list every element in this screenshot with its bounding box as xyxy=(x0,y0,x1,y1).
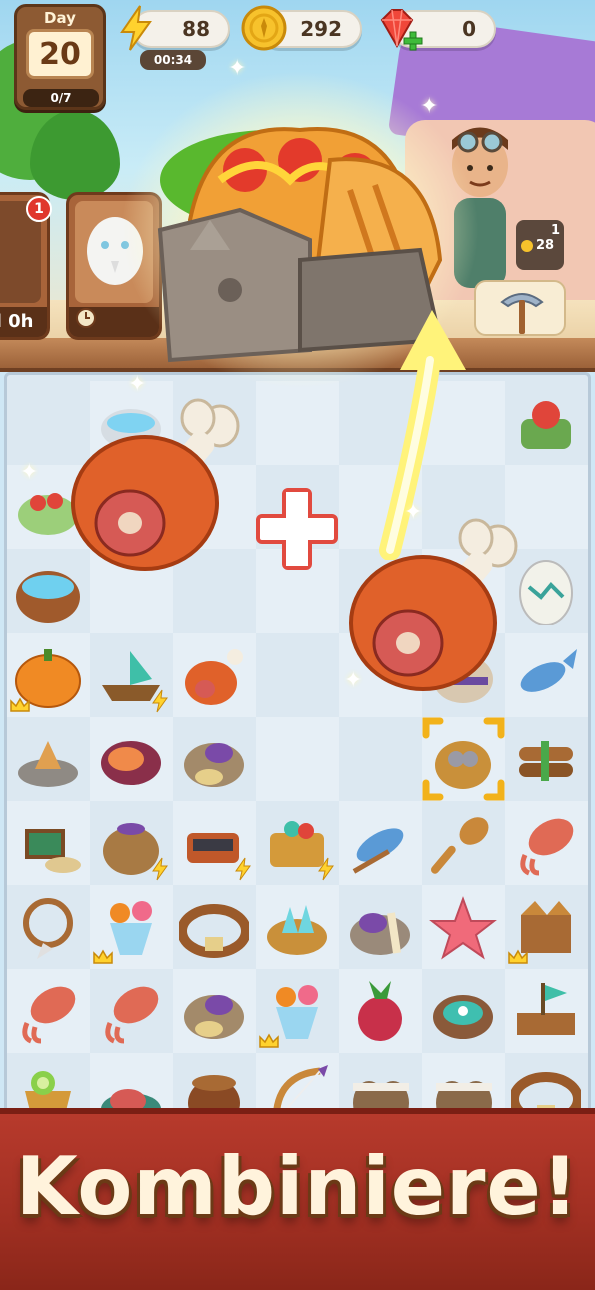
squid-icon[interactable] xyxy=(13,977,83,1045)
crown-icon xyxy=(10,697,30,712)
board-cell[interactable] xyxy=(173,717,256,801)
rope-bundle-icon[interactable] xyxy=(179,725,249,793)
board-cell[interactable] xyxy=(256,717,339,801)
add-gems-button[interactable] xyxy=(402,30,424,52)
chair-icon[interactable] xyxy=(13,809,83,877)
starfish-icon[interactable] xyxy=(428,893,498,961)
sparkle-icon: ✦ xyxy=(420,94,439,119)
lightning-icon xyxy=(152,689,168,713)
character-count: 1 xyxy=(550,223,560,238)
clam-pearl-icon[interactable] xyxy=(428,977,498,1045)
board-cell[interactable] xyxy=(90,885,173,969)
meat-icon xyxy=(71,398,240,571)
selection-frame xyxy=(422,717,505,801)
lightning-icon xyxy=(152,857,168,881)
radish-icon[interactable] xyxy=(345,977,415,1045)
meat-icon[interactable] xyxy=(179,641,249,709)
rope-pile-icon[interactable] xyxy=(345,893,415,961)
sparkle-icon: ✦ xyxy=(128,372,147,397)
crown-icon xyxy=(259,1033,279,1048)
sparkle-icon: ✦ xyxy=(344,668,363,693)
squid-icon[interactable] xyxy=(511,809,581,877)
day-label: Day xyxy=(44,9,76,27)
board-cell[interactable] xyxy=(505,885,588,969)
campfire-icon[interactable] xyxy=(13,725,83,793)
coin-value: 292 xyxy=(300,17,342,41)
board-cell[interactable] xyxy=(339,885,422,969)
raft-icon[interactable] xyxy=(511,977,581,1045)
energy-value: 88 xyxy=(182,17,210,41)
board-cell[interactable] xyxy=(505,381,588,465)
promo-title: Kombiniere! xyxy=(15,1140,580,1233)
character-stat: 1 28 xyxy=(516,220,564,270)
pickaxe-icon xyxy=(500,293,544,334)
board-cell[interactable] xyxy=(339,801,422,885)
board-cell[interactable] xyxy=(256,885,339,969)
day-badge[interactable]: Day 20 0/7 xyxy=(14,4,106,110)
board-cell[interactable] xyxy=(7,633,90,717)
board-cell[interactable] xyxy=(173,885,256,969)
belt-icon[interactable] xyxy=(179,893,249,961)
sparkle-icon: ✦ xyxy=(20,460,39,485)
board-cell[interactable] xyxy=(422,885,505,969)
sparkle-icon: ✦ xyxy=(228,56,247,81)
logs-icon[interactable] xyxy=(511,725,581,793)
clock-icon xyxy=(76,308,96,328)
board-cell[interactable] xyxy=(90,717,173,801)
lightning-icon xyxy=(112,4,160,52)
necklace-icon[interactable] xyxy=(13,893,83,961)
board-cell[interactable] xyxy=(173,633,256,717)
strawberry-basket-icon[interactable] xyxy=(511,389,581,457)
crystal-bowl-icon[interactable] xyxy=(262,893,332,961)
coin-icon xyxy=(521,239,533,252)
lightning-icon xyxy=(318,857,334,881)
board-cell[interactable] xyxy=(7,717,90,801)
sparkle-icon: ✦ xyxy=(404,500,423,525)
board-cell[interactable] xyxy=(339,969,422,1053)
board-cell[interactable] xyxy=(422,969,505,1053)
board-cell[interactable] xyxy=(505,969,588,1053)
board-cell[interactable] xyxy=(505,801,588,885)
board-cell[interactable] xyxy=(505,717,588,801)
board-cell[interactable] xyxy=(339,717,422,801)
board-cell[interactable] xyxy=(256,633,339,717)
grilled-fish-icon[interactable] xyxy=(345,809,415,877)
notification-badge: 1 xyxy=(26,196,52,222)
day-progress: 0/7 xyxy=(23,89,99,107)
board-cell[interactable] xyxy=(7,885,90,969)
plus-icon xyxy=(403,31,423,51)
squid-icon[interactable] xyxy=(96,977,166,1045)
board-cell[interactable] xyxy=(256,801,339,885)
day-number-box: 20 xyxy=(26,29,94,79)
sweet-potato-icon[interactable] xyxy=(96,725,166,793)
board-cell[interactable] xyxy=(90,969,173,1053)
board-cell[interactable] xyxy=(173,801,256,885)
board-cell[interactable] xyxy=(422,717,505,801)
spoon-icon[interactable] xyxy=(428,809,498,877)
board-cell[interactable] xyxy=(90,801,173,885)
energy-timer: 00:34 xyxy=(140,50,206,70)
meat-icon xyxy=(349,518,518,691)
board-cell[interactable] xyxy=(256,381,339,465)
palm-tree xyxy=(30,110,120,200)
board-cell[interactable] xyxy=(90,633,173,717)
plus-icon xyxy=(256,488,338,570)
board-cell[interactable] xyxy=(7,801,90,885)
crown-icon xyxy=(508,949,528,964)
board-cell[interactable] xyxy=(173,969,256,1053)
coin-icon xyxy=(240,4,288,52)
order-card-timer: d 0h xyxy=(0,307,47,337)
day-number: 20 xyxy=(39,36,81,72)
crown-icon xyxy=(93,949,113,964)
board-cell[interactable] xyxy=(7,969,90,1053)
rope-bundle-icon[interactable] xyxy=(179,977,249,1045)
gem-value: 0 xyxy=(462,17,476,41)
lightning-icon xyxy=(235,857,251,881)
character-coins: 28 xyxy=(536,238,555,253)
board-cell[interactable] xyxy=(256,969,339,1053)
board-cell[interactable] xyxy=(422,801,505,885)
